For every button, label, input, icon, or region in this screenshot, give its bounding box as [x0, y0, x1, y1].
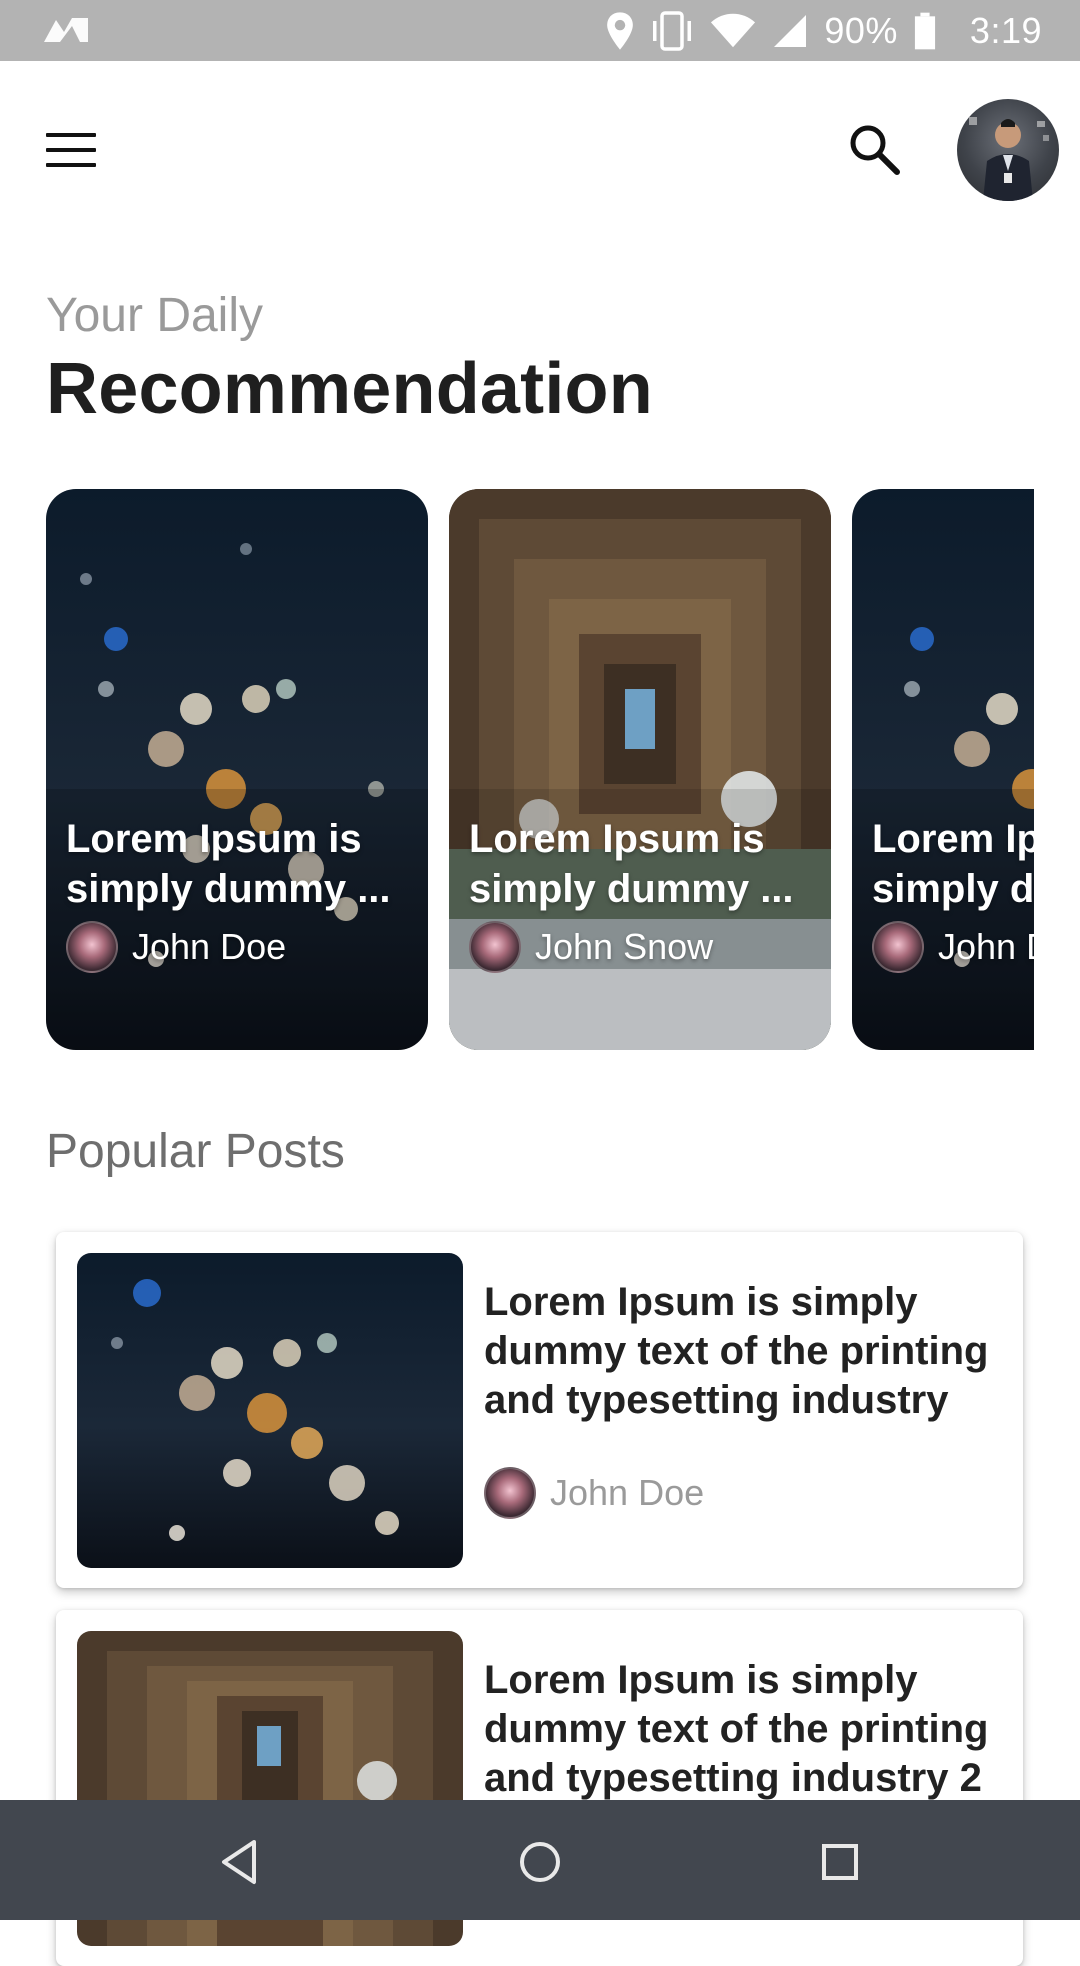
- app-notification-icon: [44, 18, 88, 42]
- author-name: John Snow: [535, 926, 714, 967]
- battery-icon: [914, 12, 936, 49]
- profile-avatar[interactable]: [957, 99, 1059, 201]
- recommendation-author: John Doe: [872, 921, 1034, 973]
- menu-icon[interactable]: [46, 133, 96, 169]
- author-name: John Doe: [938, 926, 1034, 967]
- wifi-icon: [711, 13, 756, 47]
- recommendation-card[interactable]: Lorem Ipsum is simply dummy ... John Doe: [852, 489, 1034, 1050]
- popular-post-card[interactable]: Lorem Ipsum is simply dummy text of the …: [56, 1232, 1023, 1588]
- author-name: John Doe: [132, 926, 287, 967]
- home-icon[interactable]: [510, 1832, 570, 1892]
- search-icon[interactable]: [846, 121, 902, 177]
- battery-percent: 90%: [824, 9, 898, 51]
- status-bar: 90% 3:19: [0, 0, 1080, 61]
- vibrate-icon: [653, 10, 692, 51]
- author-name: John Doe: [550, 1472, 705, 1513]
- recommendation-title: Lorem Ipsum is simply dummy ...: [469, 817, 794, 911]
- recommendation-title: Lorem Ipsum is simply dummy ...: [872, 817, 1034, 911]
- recommendation-author: John Snow: [469, 921, 713, 973]
- author-avatar: [872, 921, 924, 973]
- app-bar: [0, 61, 1080, 241]
- author-avatar: [66, 921, 118, 973]
- recommendation-author: John Doe: [66, 921, 286, 973]
- recommendation-carousel[interactable]: Lorem Ipsum is simply dummy ... John Doe…: [46, 489, 1034, 1050]
- author-avatar: [484, 1467, 536, 1519]
- author-avatar: [469, 921, 521, 973]
- recommendation-title: Lorem Ipsum is simply dummy ...: [66, 817, 391, 911]
- post-title: Lorem Ipsum is simply dummy text of the …: [484, 1658, 989, 1800]
- cell-signal-icon: [774, 14, 807, 47]
- recommendation-card[interactable]: Lorem Ipsum is simply dummy ... John Sno…: [449, 489, 831, 1050]
- recommendation-card[interactable]: Lorem Ipsum is simply dummy ... John Doe: [46, 489, 428, 1050]
- navigation-bar: [0, 1800, 1080, 1920]
- popular-posts-title: Popular Posts: [46, 1125, 345, 1178]
- recents-icon[interactable]: [810, 1832, 870, 1892]
- post-title: Lorem Ipsum is simply dummy text of the …: [484, 1280, 989, 1422]
- post-author: John Doe: [484, 1467, 704, 1519]
- status-time: 3:19: [969, 9, 1042, 51]
- location-icon: [607, 11, 634, 50]
- section-eyebrow: Your Daily: [46, 289, 264, 342]
- back-icon[interactable]: [210, 1832, 270, 1892]
- page-title: Recommendation: [46, 349, 653, 429]
- post-image: [77, 1253, 463, 1568]
